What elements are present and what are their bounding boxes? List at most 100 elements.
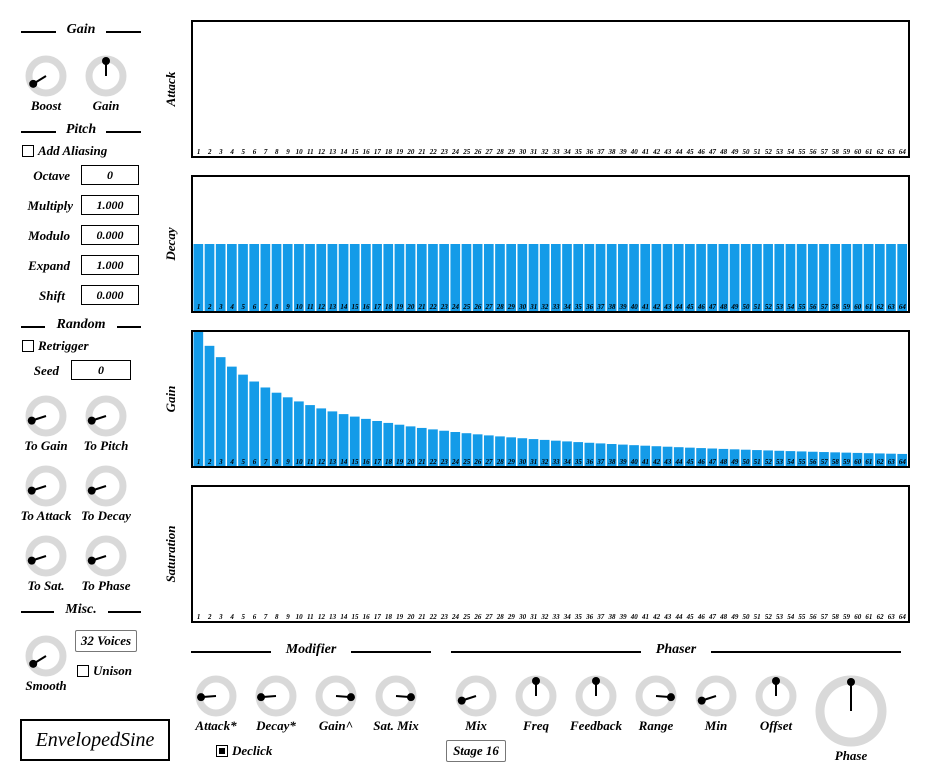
freq-knob[interactable] xyxy=(514,674,558,718)
step-bar[interactable] xyxy=(483,244,494,311)
boost-knob[interactable] xyxy=(24,54,68,98)
step-bar[interactable] xyxy=(271,392,282,466)
decay-bar-panel[interactable]: 1 2 3 4 5 6 7 8 9 10 11 12 13 14 15 16 17 18 19 20 21 22 23 24 2… xyxy=(191,175,910,313)
step-bar[interactable] xyxy=(673,244,684,311)
declick-checkbox[interactable] xyxy=(216,745,228,757)
multiply-field[interactable]: 1.000 xyxy=(81,195,139,215)
unison-checkbox[interactable] xyxy=(77,665,89,677)
step-bar[interactable] xyxy=(338,244,349,311)
shift-field[interactable]: 0.000 xyxy=(81,285,139,305)
step-bar[interactable] xyxy=(294,401,304,466)
step-bar[interactable] xyxy=(506,244,516,311)
step-bar[interactable] xyxy=(394,244,405,311)
step-bar[interactable] xyxy=(696,244,706,311)
min-knob[interactable] xyxy=(694,674,738,718)
range-knob[interactable] xyxy=(634,674,678,718)
step-bar[interactable] xyxy=(383,244,394,311)
step-bar[interactable] xyxy=(685,244,695,311)
step-bar[interactable] xyxy=(294,244,304,311)
step-bar[interactable] xyxy=(886,244,896,311)
step-bar[interactable] xyxy=(517,244,528,311)
step-bar[interactable] xyxy=(640,244,651,311)
voices-button[interactable]: 32 Voices xyxy=(75,630,137,652)
step-bar[interactable] xyxy=(718,244,729,311)
step-bar[interactable] xyxy=(260,387,271,466)
to-sat-knob[interactable] xyxy=(24,534,68,578)
step-bar[interactable] xyxy=(562,244,572,311)
step-bar[interactable] xyxy=(841,244,852,311)
step-bar[interactable] xyxy=(707,244,718,311)
expand-field[interactable]: 1.000 xyxy=(81,255,139,275)
step-bar[interactable] xyxy=(852,244,863,311)
to-pitch-knob[interactable] xyxy=(84,394,128,438)
step-bar[interactable] xyxy=(238,374,248,466)
step-bar[interactable] xyxy=(763,244,773,311)
step-bar[interactable] xyxy=(249,381,260,466)
step-bar[interactable] xyxy=(819,244,829,311)
step-bar[interactable] xyxy=(405,244,416,311)
step-bar[interactable] xyxy=(204,345,215,466)
step-bar[interactable] xyxy=(305,244,315,311)
step-bar[interactable] xyxy=(830,244,840,311)
step-bar[interactable] xyxy=(450,244,461,311)
step-bar[interactable] xyxy=(249,244,260,311)
step-bar[interactable] xyxy=(282,397,293,466)
step-bar[interactable] xyxy=(260,244,271,311)
step-bar[interactable] xyxy=(227,366,237,466)
step-bar[interactable] xyxy=(796,244,807,311)
to-gain-knob[interactable] xyxy=(24,394,68,438)
step-bar[interactable] xyxy=(215,357,226,466)
step-bar[interactable] xyxy=(897,244,907,311)
step-bar[interactable] xyxy=(349,244,360,311)
saturation-bar-panel[interactable]: 1 2 3 4 5 6 7 8 9 10 11 12 13 14 15 16 17 18 19 20 21 22 23 24 2… xyxy=(191,485,910,623)
attack-bar-panel[interactable]: 1 2 3 4 5 6 7 8 9 10 11 12 13 14 15 16 17 18 19 20 21 22 23 24 2… xyxy=(191,20,910,158)
step-bar[interactable] xyxy=(785,244,796,311)
step-bar[interactable] xyxy=(662,244,673,311)
to-attack-knob[interactable] xyxy=(24,464,68,508)
step-bar[interactable] xyxy=(528,244,539,311)
step-bar[interactable] xyxy=(316,244,327,311)
decay-mod-knob[interactable] xyxy=(254,674,298,718)
step-bar[interactable] xyxy=(584,244,595,311)
step-bar[interactable] xyxy=(193,244,204,311)
octave-field[interactable]: 0 xyxy=(81,165,139,185)
step-bar[interactable] xyxy=(539,244,550,311)
step-bar[interactable] xyxy=(740,244,751,311)
feedback-knob[interactable] xyxy=(574,674,618,718)
step-bar[interactable] xyxy=(472,244,483,311)
to-phase-knob[interactable] xyxy=(84,534,128,578)
step-bar[interactable] xyxy=(204,244,215,311)
step-bar[interactable] xyxy=(618,244,628,311)
mix-knob[interactable] xyxy=(454,674,498,718)
step-bar[interactable] xyxy=(416,244,427,311)
step-bar[interactable] xyxy=(327,244,338,311)
step-bar[interactable] xyxy=(282,244,293,311)
step-bar[interactable] xyxy=(439,244,449,311)
step-bar[interactable] xyxy=(807,244,818,311)
step-bar[interactable] xyxy=(495,244,505,311)
step-bar[interactable] xyxy=(305,405,315,466)
modulo-field[interactable]: 0.000 xyxy=(81,225,139,245)
stage-button[interactable]: Stage 16 xyxy=(446,740,506,762)
step-bar[interactable] xyxy=(428,244,438,311)
step-bar[interactable] xyxy=(361,244,371,311)
step-bar[interactable] xyxy=(595,244,606,311)
step-bar[interactable] xyxy=(573,244,584,311)
offset-knob[interactable] xyxy=(754,674,798,718)
attack-mod-knob[interactable] xyxy=(194,674,238,718)
step-bar[interactable] xyxy=(863,244,874,311)
step-bar[interactable] xyxy=(752,244,762,311)
gain-mod-knob[interactable] xyxy=(314,674,358,718)
seed-field[interactable]: 0 xyxy=(71,360,131,380)
step-bar[interactable] xyxy=(372,244,382,311)
step-bar[interactable] xyxy=(271,244,282,311)
phase-knob[interactable] xyxy=(814,674,888,748)
sat-mix-knob[interactable] xyxy=(374,674,418,718)
step-bar[interactable] xyxy=(874,244,885,311)
step-bar[interactable] xyxy=(461,244,472,311)
step-bar[interactable] xyxy=(606,244,617,311)
step-bar[interactable] xyxy=(227,244,237,311)
step-bar[interactable] xyxy=(629,244,639,311)
step-bar[interactable] xyxy=(551,244,561,311)
step-bar[interactable] xyxy=(774,244,785,311)
